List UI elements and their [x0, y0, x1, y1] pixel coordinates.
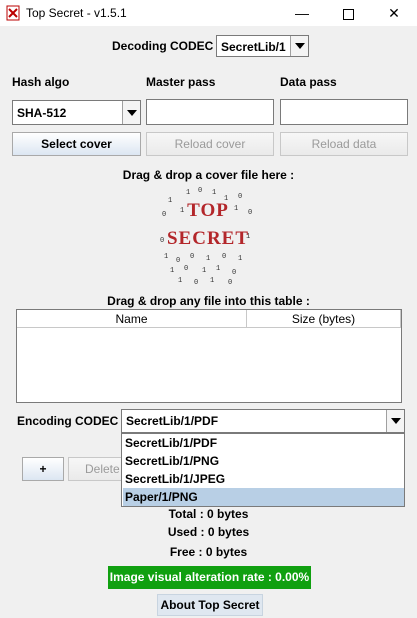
svg-text:0: 0 [162, 211, 166, 219]
svg-text:1: 1 [178, 277, 182, 285]
dropdown-option[interactable]: SecretLib/1/JPEG [123, 470, 404, 488]
decoding-codec-value: SecretLib/1 [221, 40, 286, 54]
files-drop-label: Drag & drop any file into this table : [107, 294, 310, 308]
column-header-size[interactable]: Size (bytes) [247, 310, 401, 328]
alteration-rate-badge: Image visual alteration rate : 0.00% [108, 566, 311, 589]
master-pass-input[interactable] [146, 99, 274, 125]
svg-text:1: 1 [186, 189, 190, 197]
svg-text:0: 0 [176, 257, 180, 265]
encoding-codec-value: SecretLib/1/PDF [126, 414, 219, 428]
svg-text:0: 0 [184, 265, 188, 273]
svg-text:1: 1 [216, 265, 220, 273]
svg-text:0: 0 [228, 279, 232, 286]
svg-text:0: 0 [194, 279, 198, 286]
window-title: Top Secret - v1.5.1 [26, 6, 127, 20]
data-pass-label: Data pass [280, 75, 337, 89]
svg-text:0: 0 [232, 269, 236, 277]
svg-text:1: 1 [168, 197, 172, 205]
svg-text:1: 1 [164, 253, 168, 261]
chevron-down-icon [290, 36, 308, 56]
chevron-down-icon [386, 410, 404, 432]
data-pass-input[interactable] [280, 99, 408, 125]
reload-data-button[interactable]: Reload data [280, 132, 408, 156]
reload-cover-button[interactable]: Reload cover [146, 132, 274, 156]
decoding-codec-label: Decoding CODEC : [112, 39, 221, 53]
hash-algo-value: SHA-512 [17, 106, 67, 120]
dropdown-option[interactable]: SecretLib/1/PNG [123, 452, 404, 470]
master-pass-label: Master pass [146, 75, 216, 89]
chevron-down-icon [122, 101, 140, 124]
svg-text:1: 1 [202, 267, 206, 275]
svg-text:0: 0 [248, 209, 252, 217]
app-icon [6, 5, 20, 21]
column-header-name[interactable]: Name [17, 310, 247, 328]
svg-text:0: 0 [222, 253, 226, 261]
svg-text:0: 0 [198, 187, 202, 195]
stats-used: Used : 0 bytes [167, 525, 250, 539]
decoding-codec-select[interactable]: SecretLib/1 [216, 35, 309, 57]
encoding-codec-dropdown[interactable]: SecretLib/1/PDF SecretLib/1/PNG SecretLi… [121, 433, 405, 507]
svg-text:0: 0 [160, 237, 164, 245]
hash-algo-label: Hash algo [12, 75, 70, 89]
files-table[interactable]: Name Size (bytes) [16, 309, 402, 403]
svg-text:0: 0 [190, 253, 194, 261]
cover-drop-zone[interactable]: 101 110 0110 01 100101 10110 1010 TOP SE… [154, 186, 262, 287]
logo-line1: TOP [187, 200, 229, 221]
dropdown-option-highlighted[interactable]: Paper/1/PNG [123, 488, 404, 506]
minimize-button[interactable]: — [279, 0, 325, 26]
svg-text:1: 1 [238, 255, 242, 263]
top-secret-logo: 101 110 0110 01 100101 10110 1010 TOP SE… [160, 187, 252, 287]
maximize-button[interactable] [325, 0, 371, 26]
svg-text:1: 1 [206, 255, 210, 263]
encoding-codec-label: Encoding CODEC : [17, 414, 126, 428]
close-button[interactable]: ✕ [371, 0, 417, 26]
svg-text:0: 0 [238, 193, 242, 201]
dropdown-option[interactable]: SecretLib/1/PDF [123, 434, 404, 452]
about-button[interactable]: About Top Secret [157, 594, 263, 616]
stats-free: Free : 0 bytes [169, 545, 248, 559]
maximize-icon [342, 8, 354, 20]
svg-text:1: 1 [170, 267, 174, 275]
svg-text:1: 1 [210, 277, 214, 285]
logo-line2: SECRET [167, 228, 249, 249]
cover-drop-label: Drag & drop a cover file here : [122, 168, 295, 182]
svg-text:1: 1 [212, 189, 216, 197]
select-cover-button[interactable]: Select cover [12, 132, 141, 156]
add-file-button[interactable]: + [22, 457, 64, 481]
svg-text:1: 1 [234, 205, 238, 213]
hash-algo-select[interactable]: SHA-512 [12, 100, 141, 125]
svg-text:1: 1 [180, 207, 184, 215]
stats-total: Total : 0 bytes [168, 507, 249, 521]
encoding-codec-select[interactable]: SecretLib/1/PDF [121, 409, 405, 433]
